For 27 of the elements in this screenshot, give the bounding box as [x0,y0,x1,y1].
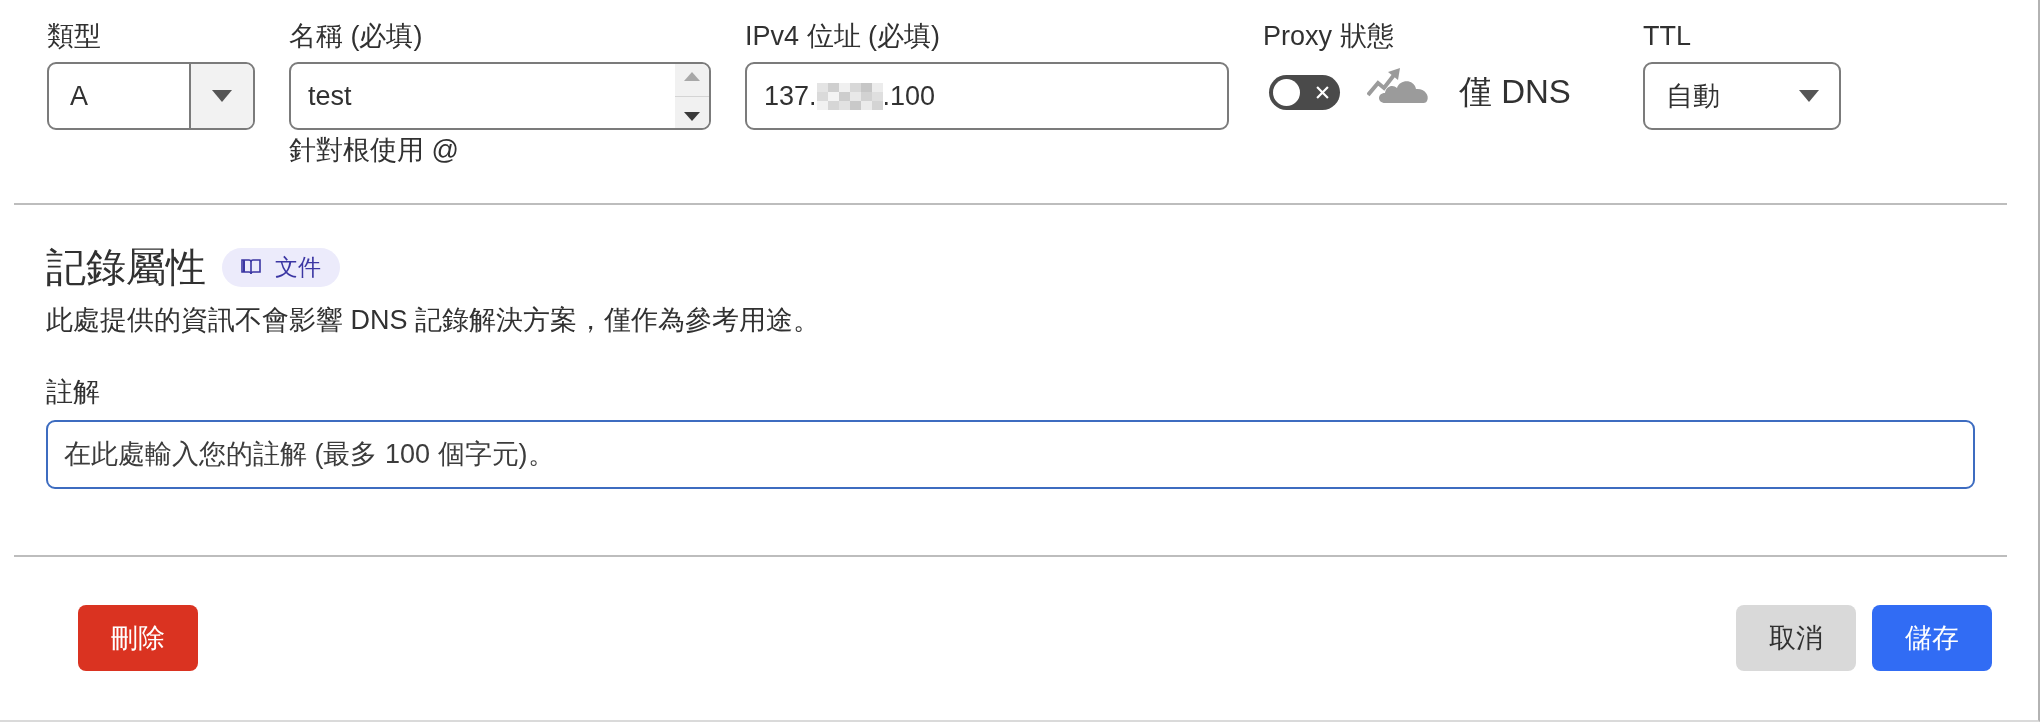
book-icon [241,258,261,276]
docs-link[interactable]: 文件 [222,247,340,287]
field-label: 註解 [46,376,100,409]
dropdown-toggle[interactable] [189,64,253,128]
proxy-status-text: 僅 DNS [1459,72,1571,112]
field-label: Proxy 狀態 [1263,20,1394,53]
proxy-toggle[interactable] [1269,74,1340,110]
cancel-button[interactable]: 取消 [1736,605,1856,671]
save-button[interactable]: 儲存 [1872,605,1992,671]
ipv4-input[interactable]: 137. .100 [745,62,1229,130]
section-description: 此處提供的資訊不會影響 DNS 記錄解決方案，僅作為參考用途。 [46,304,820,337]
name-input[interactable]: test [289,62,711,130]
field-label: IPv4 位址 (必填) [745,20,940,53]
delete-button[interactable]: 刪除 [78,605,198,671]
cross-icon [1316,85,1329,99]
field-label: 類型 [47,20,101,53]
field-label: 名稱 (必填) [289,20,423,53]
ttl-select[interactable]: 自動 [1643,62,1841,130]
caret-down-icon[interactable] [212,90,232,102]
type-select[interactable]: A [47,62,255,130]
field-label: TTL [1643,20,1691,53]
caret-down-icon[interactable] [684,111,700,121]
number-spinner[interactable] [675,64,709,128]
caret-down-icon[interactable] [1799,90,1819,102]
section-title: 記錄屬性 [46,244,206,291]
hint-text: 針對根使用 @ [289,134,459,167]
comment-input[interactable]: 在此處輸入您的註解 (最多 100 個字元)。 [46,420,1975,489]
